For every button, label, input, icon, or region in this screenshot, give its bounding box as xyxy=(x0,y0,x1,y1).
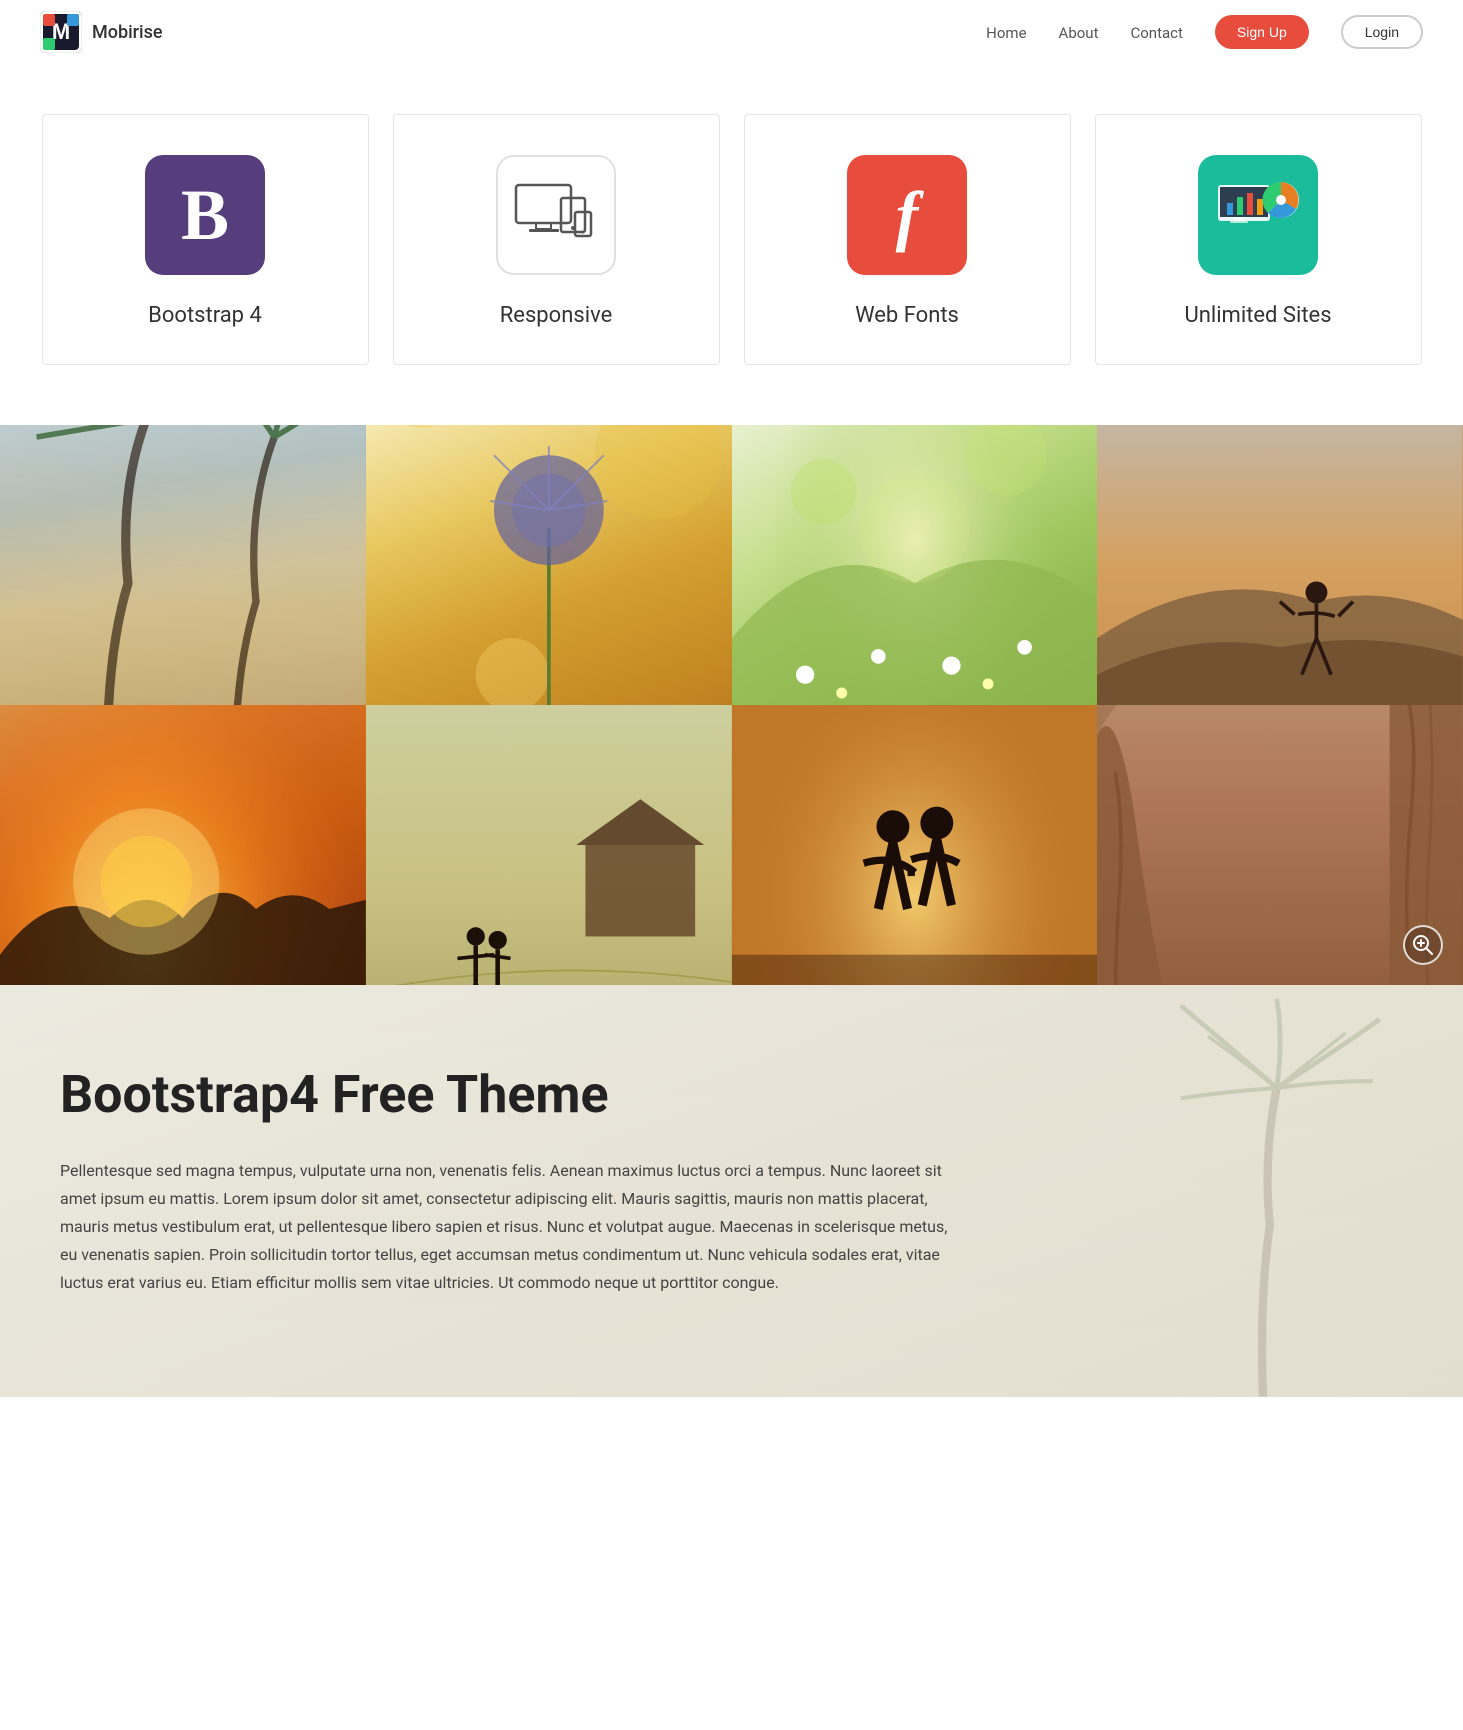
webfonts-f-icon: f xyxy=(896,176,919,255)
unlimited-icon-wrapper xyxy=(1198,155,1318,275)
photo-cell-6 xyxy=(366,705,732,985)
unlimited-sites-icon xyxy=(1213,175,1303,255)
signup-button[interactable]: Sign Up xyxy=(1215,15,1309,49)
content-inner: Bootstrap4 Free Theme Pellentesque sed m… xyxy=(60,1065,960,1297)
brand-logo-link[interactable]: M Mobirise xyxy=(40,11,163,53)
features-section: B Bootstrap 4 Responsiv xyxy=(0,64,1463,425)
content-body: Pellentesque sed magna tempus, vulputate… xyxy=(60,1157,960,1297)
responsive-icon-wrapper xyxy=(496,155,616,275)
nav-link-home[interactable]: Home xyxy=(986,24,1026,42)
photo-cell-5 xyxy=(0,705,366,985)
photo-cell-7 xyxy=(732,705,1098,985)
photo-image-7 xyxy=(732,705,1098,985)
photo-image-2 xyxy=(366,425,732,705)
photo-image-4 xyxy=(1097,425,1463,705)
feature-card-bootstrap: B Bootstrap 4 xyxy=(42,114,369,365)
bootstrap-b-icon: B xyxy=(181,174,229,257)
mobirise-logo: M xyxy=(40,11,82,53)
features-grid: B Bootstrap 4 Responsiv xyxy=(42,114,1422,365)
bootstrap-icon-wrapper: B xyxy=(145,155,265,275)
content-section: Bootstrap4 Free Theme Pellentesque sed m… xyxy=(0,985,1463,1397)
nav-link-about[interactable]: About xyxy=(1059,24,1099,42)
photo-cell-4 xyxy=(1097,425,1463,705)
photo-cell-3 xyxy=(732,425,1098,705)
webfonts-icon-wrapper: f xyxy=(847,155,967,275)
login-button[interactable]: Login xyxy=(1341,15,1423,49)
zoom-svg-icon xyxy=(1412,934,1434,956)
nav-link-contact[interactable]: Contact xyxy=(1130,24,1182,42)
nav-item-login[interactable]: Login xyxy=(1341,15,1423,49)
nav-item-signup[interactable]: Sign Up xyxy=(1215,15,1309,49)
nav-item-contact[interactable]: Contact xyxy=(1130,23,1182,42)
photo-image-3 xyxy=(732,425,1098,705)
feature-title-bootstrap: Bootstrap 4 xyxy=(148,303,262,328)
photo-image-1 xyxy=(0,425,366,705)
photo-image-5 xyxy=(0,705,366,985)
feature-card-unlimited: Unlimited Sites xyxy=(1095,114,1422,365)
nav-item-home[interactable]: Home xyxy=(986,23,1026,42)
feature-title-webfonts: Web Fonts xyxy=(855,303,959,328)
zoom-icon[interactable] xyxy=(1403,925,1443,965)
photo-cell-2 xyxy=(366,425,732,705)
feature-title-unlimited: Unlimited Sites xyxy=(1184,303,1331,328)
responsive-devices-icon xyxy=(511,180,601,250)
photo-grid xyxy=(0,425,1463,985)
feature-card-responsive: Responsive xyxy=(393,114,720,365)
nav-links: Home About Contact Sign Up Login xyxy=(986,15,1423,49)
feature-title-responsive: Responsive xyxy=(500,303,613,328)
content-heading: Bootstrap4 Free Theme xyxy=(60,1065,960,1125)
navbar: M Mobirise Home About Contact Sign Up Lo… xyxy=(0,0,1463,64)
palm-decoration xyxy=(1063,985,1463,1397)
nav-item-about[interactable]: About xyxy=(1059,23,1099,42)
brand-name: Mobirise xyxy=(92,22,163,43)
photo-cell-1 xyxy=(0,425,366,705)
feature-card-webfonts: f Web Fonts xyxy=(744,114,1071,365)
photo-cell-8 xyxy=(1097,705,1463,985)
photo-image-6 xyxy=(366,705,732,985)
